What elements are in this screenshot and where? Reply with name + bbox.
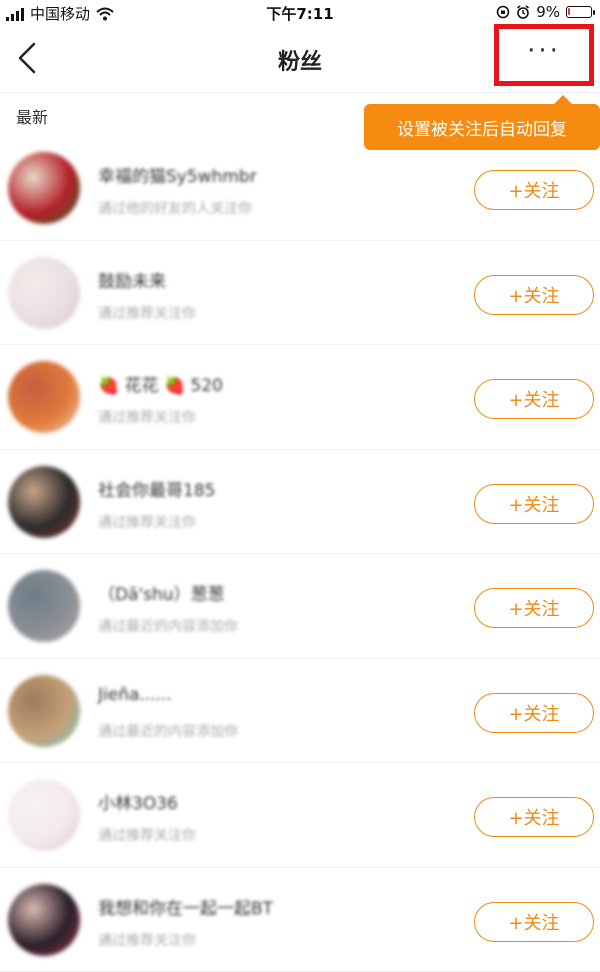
follower-row[interactable]: 小林3O36 通过推荐关注你 +关注	[0, 763, 600, 868]
avatar[interactable]	[8, 675, 80, 747]
follower-list: 幸福的猫Sy5whmbr 通过他的好友的人关注你 +关注 鼓励未来 通过推荐关注…	[0, 136, 600, 972]
follower-name: 我想和你在一起一起BT	[98, 894, 273, 919]
follower-name: 鼓励未来	[98, 267, 166, 292]
avatar[interactable]	[8, 884, 80, 956]
more-dots-icon: ···	[527, 36, 561, 66]
follower-row[interactable]: 我想和你在一起一起BT 通过推荐关注你 +关注	[0, 868, 600, 972]
avatar[interactable]	[8, 466, 80, 538]
follower-row[interactable]: 幸福的猫Sy5whmbr 通过他的好友的人关注你 +关注	[0, 136, 600, 241]
follower-row[interactable]: 社会你最哥185 通过推荐关注你 +关注	[0, 450, 600, 555]
follower-source: 通过推荐关注你	[98, 825, 196, 845]
follower-row[interactable]: Jieňa...... 通过最近的内容添加你 +关注	[0, 659, 600, 764]
avatar[interactable]	[8, 361, 80, 433]
status-bar: 中国移动 下午7:11 9%	[0, 0, 600, 26]
avatar[interactable]	[8, 570, 80, 642]
follow-button[interactable]: +关注	[474, 588, 594, 628]
follower-row[interactable]: （Dā'shu）葱葱 通过最近的内容添加你 +关注	[0, 554, 600, 659]
follower-name: 🍓 花花 🍓 520	[98, 371, 223, 396]
follower-source: 通过推荐关注你	[98, 930, 196, 950]
more-options-button[interactable]: ···	[494, 24, 594, 86]
follower-source: 通过推荐关注你	[98, 512, 196, 532]
follower-name: 社会你最哥185	[98, 476, 215, 501]
follower-row[interactable]: 🍓 花花 🍓 520 通过推荐关注你 +关注	[0, 345, 600, 450]
avatar[interactable]	[8, 779, 80, 851]
follow-button[interactable]: +关注	[474, 170, 594, 210]
follow-button[interactable]: +关注	[474, 275, 594, 315]
status-right: 9%	[496, 3, 592, 21]
follow-button[interactable]: +关注	[474, 379, 594, 419]
follow-button[interactable]: +关注	[474, 484, 594, 524]
alarm-icon	[516, 5, 530, 19]
battery-percent: 9%	[536, 3, 560, 21]
rotation-lock-icon	[496, 5, 510, 19]
follower-name: Jieňa......	[98, 685, 172, 705]
follower-source: 通过最近的内容添加你	[98, 721, 238, 741]
follower-name: 小林3O36	[98, 789, 178, 814]
avatar[interactable]	[8, 257, 80, 329]
follower-name: （Dā'shu）葱葱	[98, 580, 225, 605]
follower-source: 通过最近的内容添加你	[98, 616, 238, 636]
avatar[interactable]	[8, 152, 80, 224]
battery-icon	[566, 6, 592, 18]
nav-bar: 粉丝 ···	[0, 26, 600, 93]
follower-row[interactable]: 鼓励未来 通过推荐关注你 +关注	[0, 241, 600, 346]
follower-source: 通过他的好友的人关注你	[98, 198, 252, 218]
section-label-latest: 最新	[16, 104, 48, 128]
follower-source: 通过推荐关注你	[98, 407, 196, 427]
follow-button[interactable]: +关注	[474, 797, 594, 837]
follow-button[interactable]: +关注	[474, 902, 594, 942]
follower-name: 幸福的猫Sy5whmbr	[98, 162, 257, 187]
follower-source: 通过推荐关注你	[98, 303, 196, 323]
follow-button[interactable]: +关注	[474, 693, 594, 733]
